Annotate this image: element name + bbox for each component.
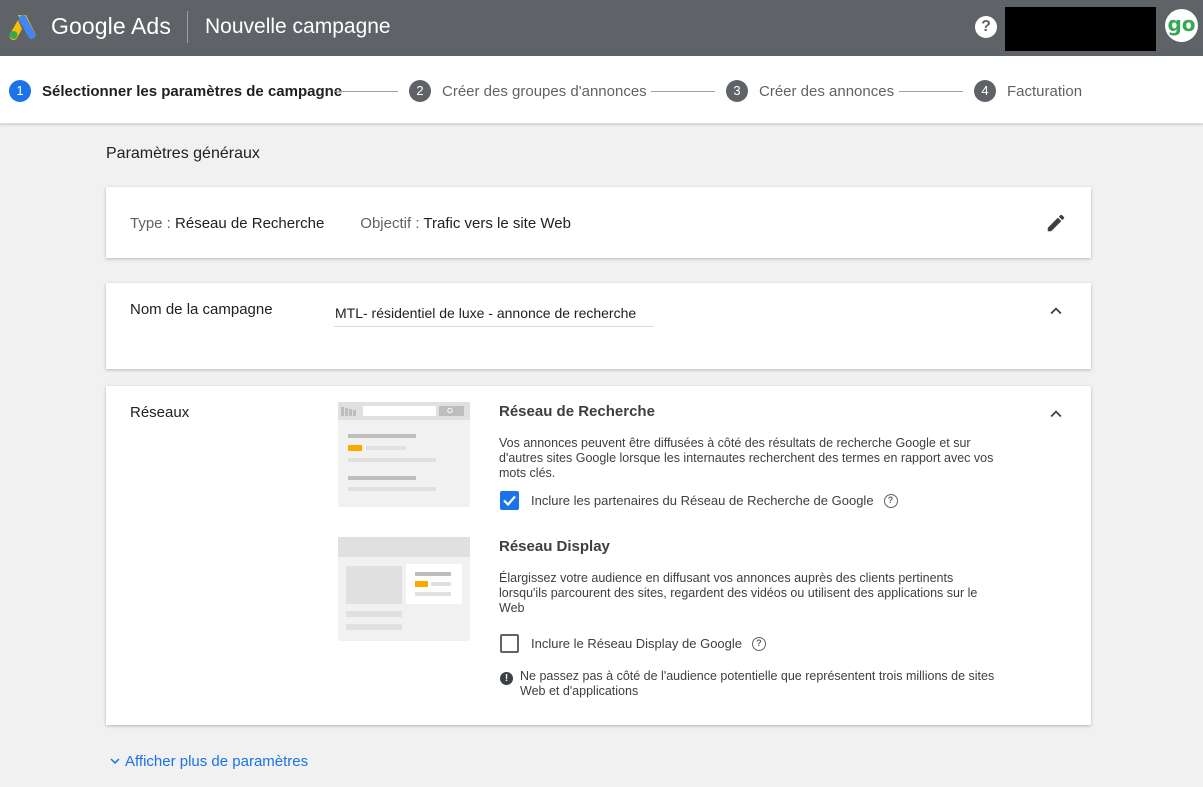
search-partners-label: Inclure les partenaires du Réseau de Rec… — [531, 493, 874, 508]
display-network-checkbox[interactable] — [500, 634, 519, 653]
type-value: Réseau de Recherche — [175, 215, 325, 232]
goal-value: Trafic vers le site Web — [423, 215, 571, 232]
step-billing[interactable]: 4 Facturation — [974, 80, 1082, 102]
display-network-option[interactable]: Inclure le Réseau Display de Google ? — [500, 634, 767, 653]
help-circle-icon[interactable]: ? — [752, 636, 767, 651]
campaign-name-label: Nom de la campagne — [130, 301, 273, 318]
section-heading: Paramètres généraux — [106, 145, 260, 162]
display-note-text: Ne passez pas à côté de l'audience poten… — [520, 669, 995, 698]
step-ad-groups[interactable]: 2 Créer des groupes d'annonces — [409, 80, 647, 102]
campaign-stepper: 1 Sélectionner les paramètres de campagn… — [0, 56, 1203, 124]
step-campaign-settings[interactable]: 1 Sélectionner les paramètres de campagn… — [9, 80, 342, 102]
top-bar: Google Ads Nouvelle campagne ? go — [0, 0, 1203, 56]
search-partners-checkbox[interactable] — [500, 491, 519, 510]
search-network-title: Réseau de Recherche — [499, 403, 655, 420]
step-label: Créer des annonces — [759, 82, 895, 100]
checkmark-icon — [503, 495, 516, 507]
step-connector — [334, 91, 398, 92]
step-number: 2 — [409, 80, 431, 102]
goal-label: Objectif : — [360, 215, 420, 232]
search-network-illustration — [338, 402, 470, 507]
account-info-redacted[interactable] — [1005, 7, 1156, 51]
step-connector — [651, 91, 715, 92]
display-network-description: Élargissez votre audience en diffusant v… — [499, 571, 978, 615]
help-icon[interactable]: ? — [975, 16, 997, 38]
campaign-type-card: Type : Réseau de Recherche Objectif : Tr… — [106, 187, 1091, 258]
campaign-name-card: Nom de la campagne — [106, 283, 1091, 369]
step-number: 3 — [726, 80, 748, 102]
campaign-name-input[interactable] — [334, 299, 654, 327]
type-label: Type : — [130, 215, 171, 232]
search-partners-option[interactable]: Inclure les partenaires du Réseau de Rec… — [500, 491, 898, 510]
chevron-up-icon[interactable] — [1045, 300, 1067, 322]
chevron-down-icon — [110, 758, 120, 764]
show-more-label: Afficher plus de paramètres — [125, 752, 309, 770]
step-number: 1 — [9, 80, 31, 102]
step-ads[interactable]: 3 Créer des annonces — [726, 80, 894, 102]
display-network-illustration — [338, 537, 470, 641]
search-network-description: Vos annonces peuvent être diffusées à cô… — [499, 436, 994, 480]
display-network-label: Inclure le Réseau Display de Google — [531, 636, 743, 651]
show-more-settings-link[interactable]: Afficher plus de paramètres — [106, 752, 308, 770]
header-divider — [187, 11, 188, 43]
display-network-note: ! Ne passez pas à côté de l'audience pot… — [500, 669, 1020, 699]
pencil-icon[interactable] — [1045, 212, 1067, 234]
networks-card: Réseaux Réseau de Recherche Vos annonces… — [106, 386, 1091, 725]
alert-icon: ! — [500, 672, 513, 685]
chevron-up-icon[interactable] — [1045, 403, 1067, 425]
step-label: Sélectionner les paramètres de campagne — [42, 82, 343, 100]
step-label: Facturation — [1007, 82, 1083, 100]
brand-name: Google Ads — [51, 13, 171, 39]
help-circle-icon[interactable]: ? — [883, 493, 898, 508]
type-summary: Type : Réseau de Recherche Objectif : Tr… — [130, 215, 607, 232]
step-label: Créer des groupes d'annonces — [442, 82, 647, 100]
type-group: Type : Réseau de Recherche — [130, 215, 324, 232]
goal-group: Objectif : Trafic vers le site Web — [360, 215, 571, 232]
networks-label: Réseaux — [130, 404, 190, 421]
avatar[interactable]: go — [1165, 9, 1198, 42]
google-ads-logo-icon — [9, 15, 36, 41]
step-connector — [899, 91, 963, 92]
display-network-title: Réseau Display — [499, 538, 610, 555]
step-number: 4 — [974, 80, 996, 102]
page-title: Nouvelle campagne — [205, 15, 391, 38]
